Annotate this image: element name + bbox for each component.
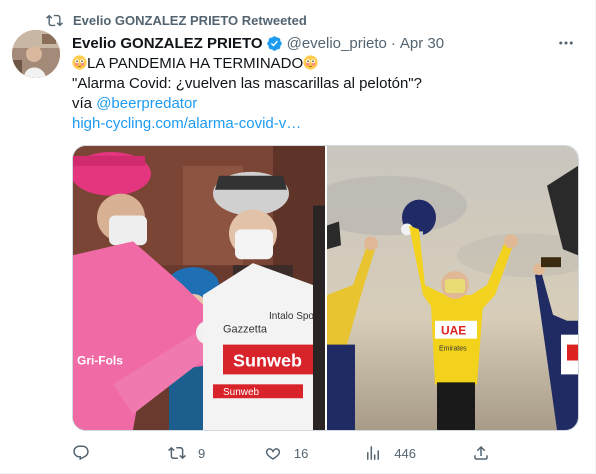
more-icon: [559, 41, 573, 45]
svg-text:Sunweb: Sunweb: [223, 387, 260, 398]
more-options-button[interactable]: [555, 32, 577, 54]
like-count: 16: [293, 445, 309, 461]
svg-text:Intalo Sport: Intalo Sport: [269, 311, 320, 322]
verified-badge-icon: [266, 35, 282, 51]
tweet[interactable]: Evelio GONZALEZ PRIETO Retweeted Evelio …: [0, 0, 596, 474]
tweet-line-4: high-cycling.com/alarma-covid-v…: [72, 114, 582, 134]
reply-button[interactable]: [72, 444, 112, 462]
tweet-text: LA PANDEMIA HA TERMINADO "Alarma Covid: …: [72, 54, 582, 134]
tweet-date[interactable]: Apr 30: [400, 35, 444, 52]
tweet-line-2: "Alarma Covid: ¿vuelven las mascarillas …: [72, 75, 422, 92]
svg-text:Sunweb: Sunweb: [233, 351, 302, 371]
mention-link[interactable]: @beerpredator: [96, 95, 197, 112]
media-grid: Gri-Fols Sunweb Gazzetta Intalo Sport Su…: [72, 145, 579, 431]
tweet-header: Evelio GONZALEZ PRIETO @evelio_prieto · …: [72, 32, 581, 54]
tweet-line-1-text: LA PANDEMIA HA TERMINADO: [87, 55, 304, 72]
like-button[interactable]: 16: [264, 444, 308, 462]
svg-text:Gri-Fols: Gri-Fols: [77, 354, 123, 368]
analytics-icon: [367, 446, 380, 460]
retweet-count: 9: [197, 445, 206, 461]
reply-icon: [73, 445, 89, 461]
retweet-icon: [46, 14, 63, 26]
avatar[interactable]: [12, 30, 60, 78]
views-button[interactable]: 446: [364, 444, 416, 462]
svg-text:Gazzetta: Gazzetta: [223, 324, 268, 336]
heart-icon: [265, 448, 281, 460]
tweet-line-1: LA PANDEMIA HA TERMINADO: [72, 54, 582, 74]
svg-text:Emirates: Emirates: [439, 346, 467, 353]
views-count: 446: [394, 445, 417, 461]
via-text: vía: [72, 95, 93, 112]
retweet-context[interactable]: Evelio GONZALEZ PRIETO Retweeted: [46, 10, 307, 30]
tweet-line-3: vía @beerpredator: [72, 94, 582, 114]
action-bar: 9 16 446: [72, 442, 512, 464]
photo-podium[interactable]: UAE Emirates: [327, 146, 578, 430]
flushed-face-emoji-icon: [303, 55, 318, 70]
author-name[interactable]: Evelio GONZALEZ PRIETO: [72, 35, 263, 52]
svg-text:UAE: UAE: [441, 324, 466, 338]
author-handle[interactable]: @evelio_prieto: [287, 35, 387, 52]
share-icon: [474, 445, 488, 460]
retweet-context-text: Evelio GONZALEZ PRIETO Retweeted: [73, 12, 307, 28]
retweet-icon: [168, 446, 186, 460]
article-link[interactable]: high-cycling.com/alarma-covid-v…: [72, 115, 301, 132]
flushed-face-emoji-icon: [72, 55, 87, 70]
share-button[interactable]: [472, 444, 512, 462]
photo-cyclists-masks[interactable]: Gri-Fols Sunweb Gazzetta Intalo Sport Su…: [73, 146, 325, 430]
separator-dot: ·: [390, 34, 396, 52]
retweet-button[interactable]: 9: [168, 444, 208, 462]
